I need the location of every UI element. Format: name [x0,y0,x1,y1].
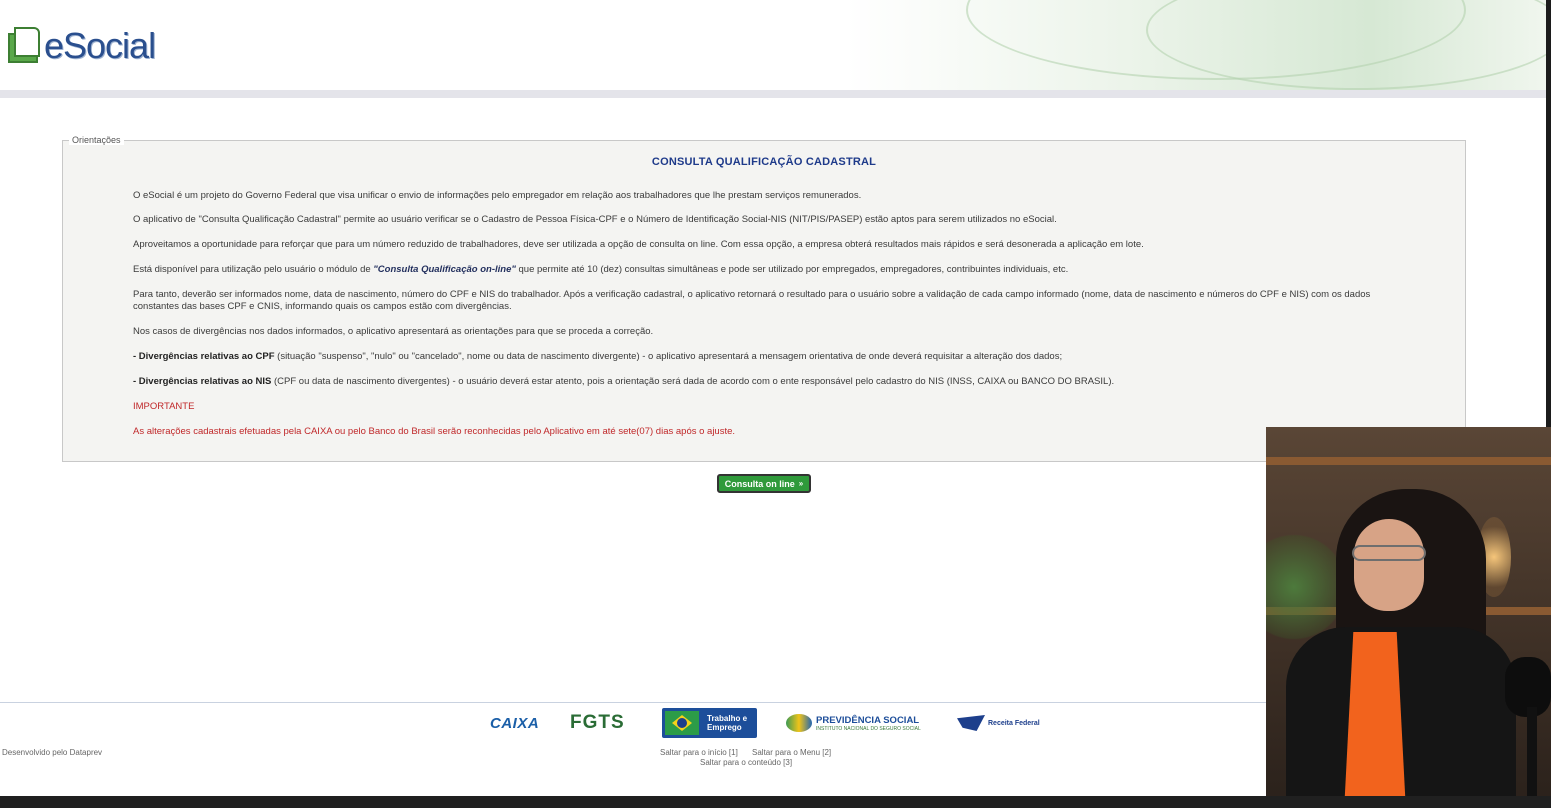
important-label: IMPORTANTE [133,401,195,412]
consulta-online-label: Consulta on line [724,478,795,489]
site-header: eSocial [0,0,1546,90]
module-text-pre: Está disponível para utilização pelo usu… [133,264,374,275]
paragraph-divergences: Nos casos de divergências nos dados info… [133,326,654,337]
trabalho-emprego-logo[interactable]: Trabalho e Emprego [662,708,757,738]
caixa-logo[interactable]: CAIXA [490,708,539,738]
brazil-flag-icon [665,711,699,735]
fgts-logo[interactable]: FGTS [570,708,625,738]
developer-credit: Desenvolvido pelo Dataprev [2,748,103,757]
paragraph-nis: - Divergências relativas ao NIS (CPF ou … [133,376,1398,388]
module-name: "Consulta Qualificação on-line" [373,264,516,275]
skip-to-start-link[interactable]: Saltar para o início [1] [660,748,738,757]
previdencia-text: PREVIDÊNCIA SOCIAL [816,714,920,726]
consulta-online-button[interactable]: Consulta on line » [717,474,811,493]
header-bar [0,90,1546,98]
arrow-right-icon: » [798,479,804,488]
cpf-text: (situação "suspenso", "nulo" ou "cancela… [274,351,1063,362]
presenter-webcam-overlay [1266,427,1551,808]
skip-to-content-link[interactable]: Saltar para o conteúdo [3] [700,758,792,767]
paragraph-cpf: - Divergências relativas ao CPF (situaçã… [133,351,1398,363]
important-text: As alterações cadastrais efetuadas pela … [133,426,736,437]
previdencia-globe-icon [786,714,812,732]
paragraph-module: Está disponível para utilização pelo usu… [133,264,1398,276]
receita-eagle-icon [957,715,985,731]
page-title: CONSULTA QUALIFICAÇÃO CADASTRAL [651,156,877,168]
previdencia-logo[interactable]: PREVIDÊNCIA SOCIAL INSTITUTO NACIONAL DO… [786,708,921,738]
guidance-legend: Orientações [69,135,124,145]
caixa-logo-text: CAIXA [490,714,540,732]
fgts-logo-text: FGTS [570,712,625,733]
paragraph-fields: Para tanto, deverão ser informados nome,… [133,289,1371,312]
paragraph-app: O aplicativo de "Consulta Qualificação C… [133,214,1057,225]
skip-to-menu-link[interactable]: Saltar para o Menu [2] [752,748,831,757]
nis-text: (CPF ou data de nascimento divergentes) … [271,376,1115,387]
receita-text: Receita Federal [988,719,1040,727]
trabalho-line1: Trabalho e [707,714,748,723]
previdencia-subtext: INSTITUTO NACIONAL DO SEGURO SOCIAL [816,725,921,732]
paragraph-online: Aproveitamos a oportunidade para reforça… [133,239,1144,250]
header-decoration [846,0,1546,90]
nis-label: - Divergências relativas ao NIS [133,376,272,387]
esocial-logo[interactable]: eSocial [6,24,156,68]
os-taskbar [0,796,1551,808]
module-text-post: que permite até 10 (dez) consultas simul… [515,264,1069,275]
logo-text: eSocial [44,25,156,66]
document-icon [6,27,40,65]
guidance-fieldset: Orientações CONSULTA QUALIFICAÇÃO CADAST… [62,135,1466,462]
cpf-label: - Divergências relativas ao CPF [133,351,275,362]
trabalho-line2: Emprego [707,723,742,732]
paragraph-intro: O eSocial é um projeto do Governo Federa… [133,190,862,201]
receita-federal-logo[interactable]: Receita Federal [957,708,1040,738]
